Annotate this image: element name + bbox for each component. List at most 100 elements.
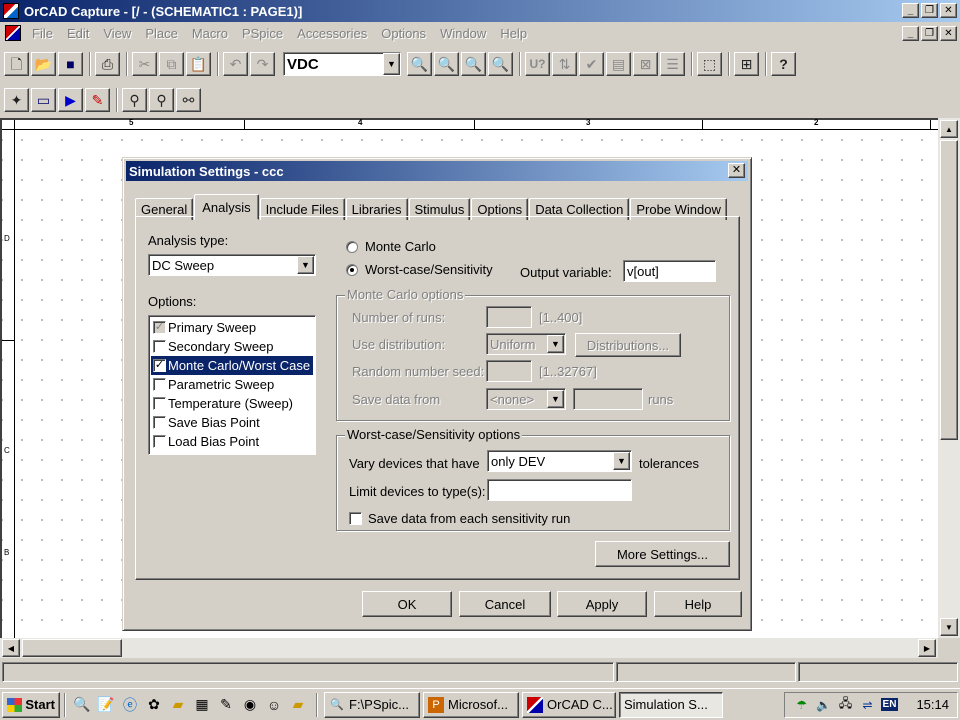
option-checkbox[interactable] (153, 435, 166, 448)
save-sensitivity-runs-checkbox[interactable] (349, 512, 362, 525)
control-panel-icon[interactable]: ▦ (192, 695, 212, 715)
option-temperature-sweep[interactable]: Temperature (Sweep) (151, 394, 313, 413)
run-pspice-icon[interactable]: ▶ (58, 88, 83, 112)
task-button-simulation-settings[interactable]: Simulation S... (619, 691, 723, 718)
horizontal-scrollbar[interactable]: ◀ ▶ (0, 638, 938, 658)
vertical-scrollbar[interactable]: ▲ ▼ (938, 118, 960, 638)
differential-marker-icon[interactable]: ⚯ (176, 88, 201, 112)
option-checkbox[interactable] (153, 378, 166, 391)
redo-icon[interactable]: ↷ (250, 52, 275, 76)
menu-help[interactable]: Help (493, 26, 534, 41)
zoom-out-icon[interactable]: 🔍 (434, 52, 459, 76)
option-checkbox[interactable]: ✓ (153, 359, 166, 372)
doc-minimize-button[interactable]: _ (902, 26, 919, 41)
option-monte-carlo-worst-case[interactable]: ✓ Monte Carlo/Worst Case (151, 356, 313, 375)
scroll-down-icon[interactable]: ▼ (940, 618, 958, 636)
network-icon[interactable]: ☂ (793, 696, 811, 714)
open-folder-icon[interactable]: 📂 (31, 52, 56, 76)
zoom-in-icon[interactable]: 🔍 (407, 52, 432, 76)
undo-icon[interactable]: ↶ (223, 52, 248, 76)
folder-icon[interactable]: ▰ (288, 695, 308, 715)
new-simulation-profile-icon[interactable]: ✦ (4, 88, 29, 112)
vary-devices-select[interactable]: only DEV ▼ (487, 450, 632, 472)
help-icon[interactable]: ? (771, 52, 796, 76)
language-indicator[interactable]: EN (880, 698, 899, 711)
connection-icon[interactable]: 🖧 (837, 696, 855, 714)
menu-place[interactable]: Place (138, 26, 185, 41)
annotate-icon[interactable]: U? (525, 52, 550, 76)
restore-button[interactable]: ❐ (921, 3, 938, 18)
random-seed-input[interactable] (486, 360, 532, 382)
dialog-close-button[interactable]: ✕ (728, 163, 745, 178)
edit-simulation-settings-icon[interactable]: ▭ (31, 88, 56, 112)
media-player-icon[interactable]: ◉ (240, 695, 260, 715)
menu-options[interactable]: Options (374, 26, 433, 41)
bill-of-materials-icon[interactable]: ☰ (660, 52, 685, 76)
task-button-microsoft[interactable]: P Microsof... (423, 691, 519, 718)
monte-carlo-radio[interactable] (346, 241, 358, 253)
scroll-right-icon[interactable]: ▶ (918, 639, 936, 657)
output-variable-input[interactable]: v[out] (623, 260, 716, 282)
messenger-icon[interactable]: ☺ (264, 695, 284, 715)
folder-icon[interactable]: ▰ (168, 695, 188, 715)
paste-icon[interactable]: 📋 (186, 52, 211, 76)
option-load-bias-point[interactable]: Load Bias Point (151, 432, 313, 451)
chevron-down-icon[interactable]: ▼ (297, 256, 314, 274)
vertical-scroll-thumb[interactable] (940, 140, 958, 440)
option-save-bias-point[interactable]: Save Bias Point (151, 413, 313, 432)
copy-icon[interactable]: ⧉ (159, 52, 184, 76)
apply-button[interactable]: Apply (557, 591, 647, 617)
save-runs-input[interactable] (573, 388, 643, 410)
volume-icon[interactable]: 🔈 (815, 696, 833, 714)
back-annotate-icon[interactable]: ⇅ (552, 52, 577, 76)
zoom-all-icon[interactable]: 🔍 (488, 52, 513, 76)
start-button[interactable]: Start (2, 691, 60, 718)
internet-explorer-icon[interactable]: ⓔ (120, 695, 140, 715)
orcad-app-icon[interactable] (3, 3, 19, 19)
tab-analysis[interactable]: Analysis (194, 194, 259, 220)
menu-pspice[interactable]: PSpice (235, 26, 290, 41)
option-secondary-sweep[interactable]: Secondary Sweep (151, 337, 313, 356)
chevron-down-icon[interactable]: ▼ (383, 53, 400, 75)
cut-icon[interactable]: ✂ (132, 52, 157, 76)
option-checkbox[interactable]: ✓ (153, 321, 166, 334)
new-file-icon[interactable]: 🗋 (4, 52, 29, 76)
design-rules-check-icon[interactable]: ✔ (579, 52, 604, 76)
menu-macro[interactable]: Macro (185, 26, 235, 41)
help-button[interactable]: Help (654, 591, 742, 617)
distribution-select[interactable]: Uniform ▼ (486, 333, 566, 355)
doc-restore-button[interactable]: ❐ (921, 26, 938, 41)
worst-case-radio[interactable] (346, 264, 358, 276)
save-sensitivity-runs-row[interactable]: Save data from each sensitivity run (349, 511, 570, 526)
current-marker-icon[interactable]: ⚲ (149, 88, 174, 112)
analysis-type-select[interactable]: DC Sweep ▼ (148, 254, 316, 276)
view-simulation-results-icon[interactable]: ✎ (85, 88, 110, 112)
more-settings-button[interactable]: More Settings... (595, 541, 730, 567)
clock[interactable]: 15:14 (916, 697, 949, 712)
doc-close-button[interactable]: ✕ (940, 26, 957, 41)
worst-case-radio-label[interactable]: Worst-case/Sensitivity (365, 262, 493, 277)
task-button-pspice-folder[interactable]: 🔍 F:\PSpic... (324, 691, 420, 718)
close-button[interactable]: ✕ (940, 3, 957, 18)
document-icon[interactable] (5, 25, 21, 41)
notepad-icon[interactable]: 📝 (96, 695, 116, 715)
print-icon[interactable]: ⎙ (95, 52, 120, 76)
task-button-orcad[interactable]: OrCAD C... (522, 691, 616, 718)
menu-file[interactable]: File (25, 26, 60, 41)
minimize-button[interactable]: _ (902, 3, 919, 18)
cancel-button[interactable]: Cancel (459, 591, 551, 617)
save-disk-icon[interactable]: ■ (58, 52, 83, 76)
media-icon[interactable]: ✿ (144, 695, 164, 715)
part-combo[interactable]: VDC ▼ (283, 52, 401, 76)
chevron-down-icon[interactable]: ▼ (547, 390, 564, 408)
number-of-runs-input[interactable] (486, 306, 532, 328)
ok-button[interactable]: OK (362, 591, 452, 617)
option-checkbox[interactable] (153, 340, 166, 353)
zoom-area-icon[interactable]: 🔍 (461, 52, 486, 76)
option-checkbox[interactable] (153, 416, 166, 429)
menu-window[interactable]: Window (433, 26, 493, 41)
explorer-search-icon[interactable]: 🔍 (72, 695, 92, 715)
paint-icon[interactable]: ✎ (216, 695, 236, 715)
scroll-left-icon[interactable]: ◀ (2, 639, 20, 657)
option-checkbox[interactable] (153, 397, 166, 410)
